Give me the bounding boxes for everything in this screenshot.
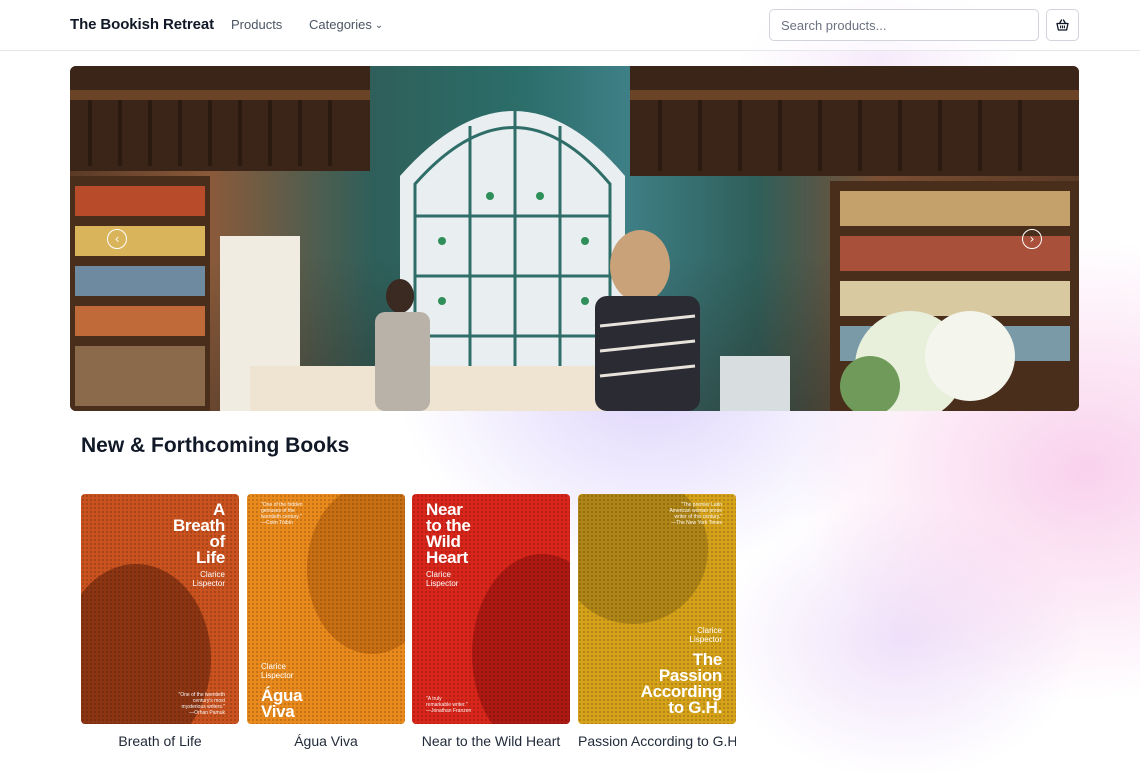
search-input[interactable] [769, 9, 1039, 41]
book-title[interactable]: Near to the Wild Heart [412, 733, 570, 749]
chevron-down-icon: ⌄ [374, 20, 384, 31]
nav-categories-dropdown[interactable]: Categories ⌄ [309, 17, 383, 32]
book-card[interactable]: "The premier Latin American woman prose … [578, 494, 736, 749]
book-title[interactable]: Água Viva [247, 733, 405, 749]
hero-carousel [70, 66, 1079, 411]
hero-image [70, 66, 1079, 411]
cover-title: Água Viva [261, 686, 303, 721]
book-card[interactable]: "One of the hidden geniuses of the twent… [247, 494, 405, 749]
cover-quote: "One of the hidden geniuses of the twent… [261, 502, 303, 526]
carousel-prev-button[interactable]: ‹ [107, 229, 127, 249]
cover-title: The Passion According to G.H. [640, 650, 723, 717]
chevron-right-icon: › [1029, 232, 1035, 246]
book-card[interactable]: A Breath of Life Clarice Lispector "One … [81, 494, 239, 749]
book-cover: "One of the hidden geniuses of the twent… [247, 494, 405, 724]
cover-author: Clarice Lispector [689, 626, 722, 644]
nav-categories-label: Categories [309, 17, 372, 32]
cover-author: Clarice Lispector [426, 570, 459, 588]
cover-quote: "A truly remarkable writer." —Jonathan F… [426, 696, 472, 714]
cover-title: Near to the Wild Heart [426, 500, 471, 567]
carousel-next-button[interactable]: › [1022, 229, 1042, 249]
cover-quote: "The premier Latin American woman prose … [669, 502, 722, 526]
chevron-left-icon: ‹ [114, 232, 120, 246]
cover-quote: "One of the twentieth century's most mys… [178, 692, 225, 716]
book-cover: "The premier Latin American woman prose … [578, 494, 736, 724]
cover-author: Clarice Lispector [261, 662, 294, 680]
cart-button[interactable] [1046, 9, 1079, 41]
top-navbar: The Bookish Retreat Products Categories … [0, 0, 1140, 51]
nav-products-link[interactable]: Products [231, 17, 282, 32]
basket-icon [1056, 19, 1069, 31]
book-card[interactable]: Near to the Wild Heart Clarice Lispector… [412, 494, 570, 749]
book-title[interactable]: Passion According to G.H. [578, 733, 736, 749]
cover-title: A Breath of Life [172, 500, 225, 567]
book-title[interactable]: Breath of Life [81, 733, 239, 749]
book-cover: A Breath of Life Clarice Lispector "One … [81, 494, 239, 724]
cover-author: Clarice Lispector [192, 570, 225, 588]
brand-logo[interactable]: The Bookish Retreat [70, 16, 214, 33]
section-title: New & Forthcoming Books [81, 434, 350, 457]
book-cover: Near to the Wild Heart Clarice Lispector… [412, 494, 570, 724]
